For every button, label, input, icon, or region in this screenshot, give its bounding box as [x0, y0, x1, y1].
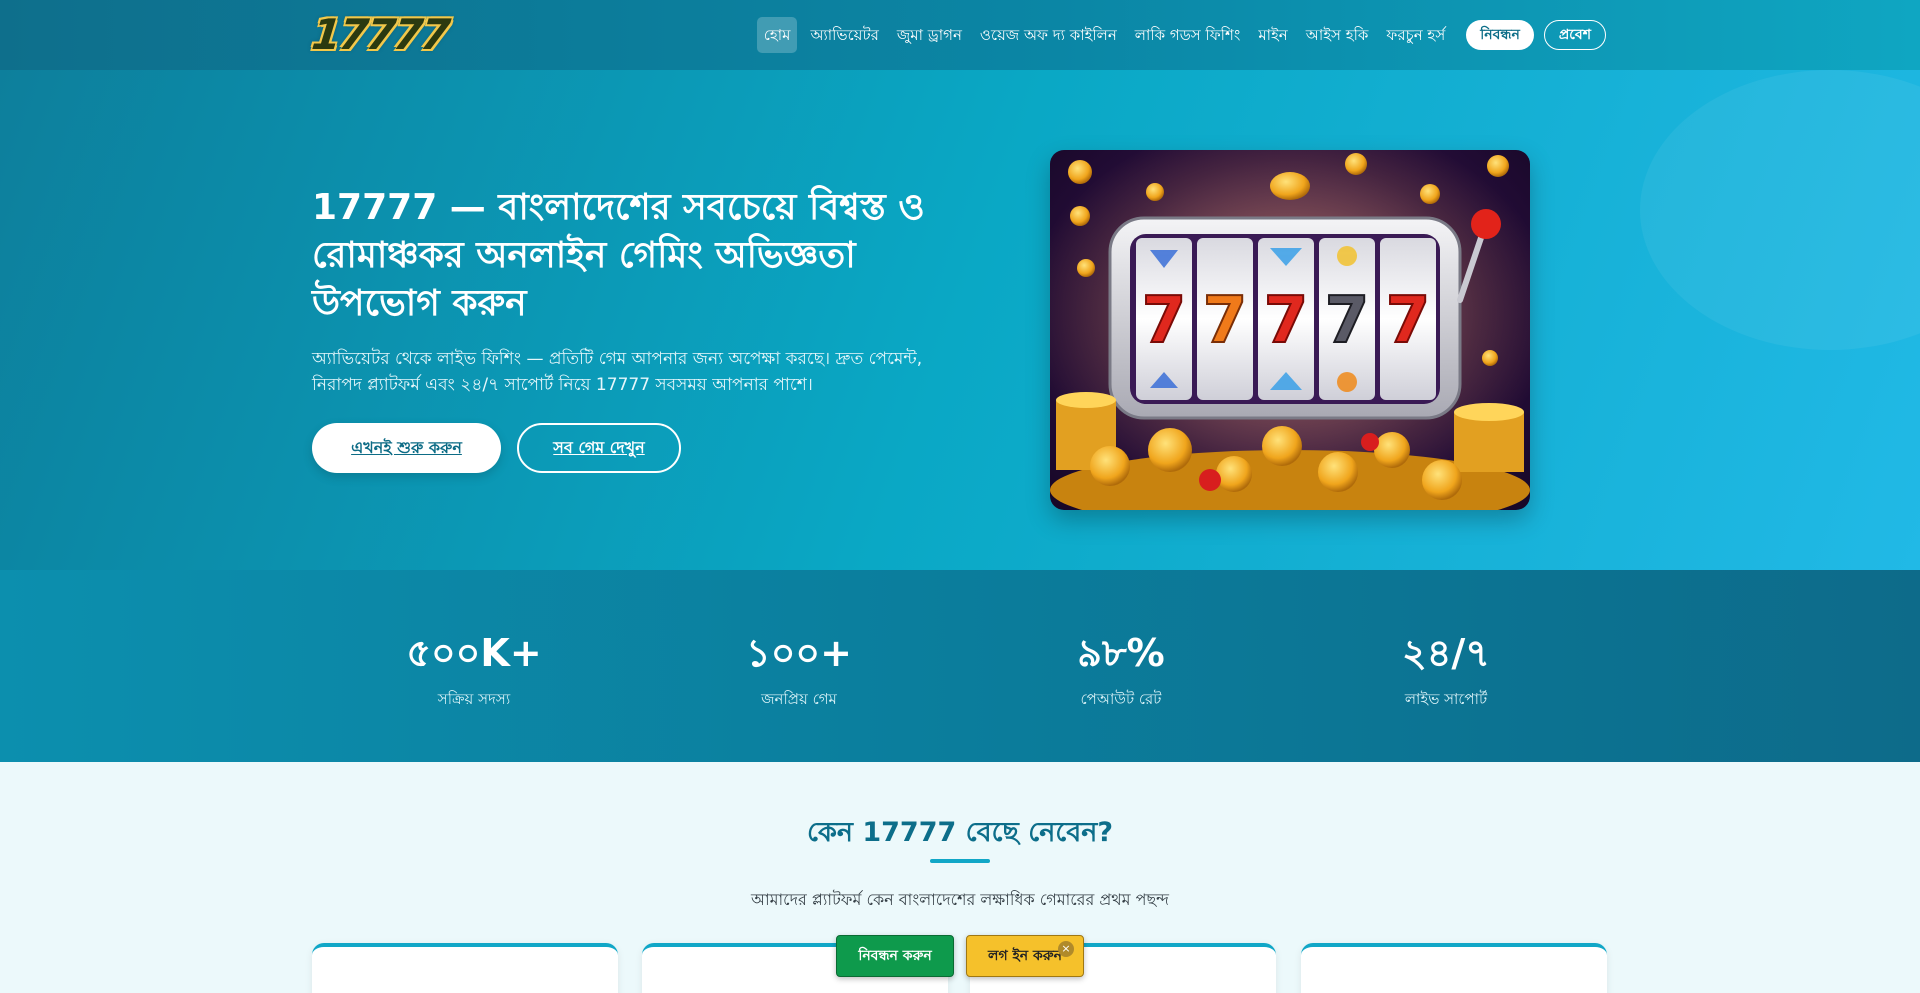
nav-item-mines[interactable]: মাইন: [1249, 17, 1296, 53]
nav-item-ice-hockey[interactable]: আইস হকি: [1297, 17, 1378, 53]
nav-item-home[interactable]: হোম: [756, 17, 798, 53]
stats-section: ৫০০K+ সক্রিয় সদস্য ১০০+ জনপ্রিয় গেম ৯৮…: [0, 570, 1920, 762]
stat-active-members: ৫০০K+ সক্রিয় সদস্য: [364, 630, 584, 713]
slot-symbol-4: 7: [1325, 284, 1370, 358]
feature-card: [312, 943, 618, 993]
site-logo[interactable]: 17777: [309, 10, 450, 59]
stat-label: সক্রিয় সদস্য: [437, 690, 511, 708]
stat-live-support: ২৪/৭ লাইভ সাপোর্ট: [1336, 630, 1556, 713]
slot-machine-illustration: 7 7 7 7 7: [1050, 150, 1530, 510]
slot-symbol-2: 7: [1203, 284, 1248, 358]
nav-item-fortune-horse[interactable]: ফরচুন হর্স: [1377, 17, 1454, 53]
start-now-button[interactable]: এখনই শুরু করুন: [312, 423, 501, 473]
stat-label: লাইভ সাপোর্ট: [1404, 690, 1488, 708]
nav-item-juma-dragon[interactable]: জুমা ড্রাগন: [888, 17, 971, 53]
stat-value: ২৪/৭: [1402, 631, 1490, 675]
stat-payout-rate: ৯৮% পেআউট রেট: [1011, 630, 1231, 713]
stat-label: জনপ্রিয় গেম: [761, 690, 837, 708]
title-underline: [930, 859, 990, 863]
view-all-games-button[interactable]: সব গেম দেখুন: [517, 423, 681, 473]
hero-decor-circle: [1640, 70, 1920, 350]
register-button[interactable]: নিবন্ধন: [1466, 20, 1534, 50]
nav-item-aviator[interactable]: অ্যাভিয়েটর: [801, 17, 887, 53]
hero-description: অ্যাভিয়েটর থেকে লাইভ ফিশিং — প্রতিটি গে…: [312, 349, 923, 395]
site-header: 17777 হোম অ্যাভিয়েটর জুমা ড্রাগন ওয়েজ …: [0, 0, 1920, 70]
nav-item-ways-of-qilin[interactable]: ওয়েজ অফ দ্য কাইলিন: [971, 17, 1126, 53]
slot-symbol-5: 7: [1386, 284, 1431, 358]
stat-value: ৯৮%: [1077, 631, 1165, 675]
stat-popular-games: ১০০+ জনপ্রিয় গেম: [689, 630, 909, 713]
why-choose-section: কেন 17777 বেছে নেবেন? আমাদের প্ল্যাটফর্ম…: [0, 762, 1920, 993]
hero-section: 17777 — বাংলাদেশের সবচেয়ে বিশ্বস্ত ও রো…: [0, 70, 1920, 570]
section-title: কেন 17777 বেছে নেবেন?: [806, 817, 1113, 848]
feature-card: [1301, 943, 1607, 993]
lever-knob: [1471, 209, 1501, 239]
stat-label: পেআউট রেট: [1080, 690, 1162, 708]
stat-value: ১০০+: [746, 631, 852, 675]
close-icon[interactable]: ×: [1058, 941, 1074, 957]
main-nav: হোম অ্যাভিয়েটর জুমা ড্রাগন ওয়েজ অফ দ্য…: [756, 17, 1606, 53]
slot-sevens: 7 7 7 7 7: [1141, 283, 1432, 359]
stat-value: ৫০০K+: [406, 631, 542, 675]
nav-item-lucky-gods-fishing[interactable]: লাকি গডস ফিশিং: [1126, 17, 1250, 53]
slot-symbol-3: 7: [1264, 284, 1309, 358]
floating-register-button[interactable]: নিবন্ধন করুন: [836, 935, 954, 977]
hero-title: 17777 — বাংলাদেশের সবচেয়ে বিশ্বস্ত ও রো…: [312, 187, 925, 324]
login-button[interactable]: প্রবেশ: [1543, 20, 1606, 50]
slot-machine-image: 7 7 7 7 7: [1050, 150, 1530, 510]
slot-symbol-1: 7: [1142, 284, 1187, 358]
section-subtitle: আমাদের প্ল্যাটফর্ম কেন বাংলাদেশের লক্ষাধ…: [750, 890, 1170, 909]
